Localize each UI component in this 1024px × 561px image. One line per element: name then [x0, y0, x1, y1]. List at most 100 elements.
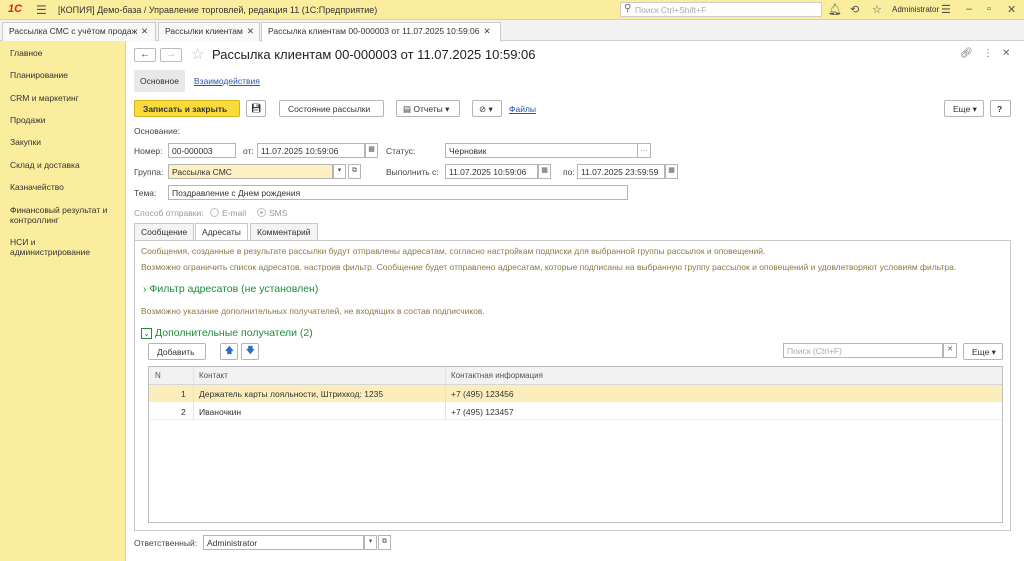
close-tab-icon[interactable]: ✕: [484, 26, 491, 36]
close-tab-icon[interactable]: ✕: [247, 26, 254, 36]
save-icon[interactable]: 💾︎: [246, 100, 266, 117]
dropdown-arrow-icon[interactable]: ▾: [333, 164, 346, 179]
more-label: Еще: [953, 104, 971, 114]
close-window-icon[interactable]: ✕: [1007, 3, 1016, 16]
close-tab-icon[interactable]: ✕: [141, 26, 148, 36]
radio-checked-icon: [257, 208, 266, 217]
date-label: от:: [243, 146, 254, 156]
tab-label: Рассылка клиентам 00-000003 от 11.07.202…: [268, 26, 480, 36]
sidebar-item-sales[interactable]: Продажи: [10, 115, 122, 125]
more-button[interactable]: Еще ▾: [944, 100, 984, 117]
reports-button[interactable]: ▤ Отчеты ▾: [396, 100, 460, 117]
number-field[interactable]: 00-000003: [168, 143, 236, 158]
extra-recipients-toggle[interactable]: ⌄ Дополнительные получатели (2): [141, 327, 313, 339]
responsible-label: Ответственный:: [134, 538, 198, 548]
send-sms-label: SMS: [269, 208, 288, 218]
sidebar-item-planning[interactable]: Планирование: [10, 70, 122, 80]
sidebar-item-finance[interactable]: Финансовый результат и контроллинг: [10, 205, 125, 225]
tab-client-mailings[interactable]: Рассылки клиентам ✕: [158, 22, 260, 41]
sidebar-item-nsi[interactable]: НСИ и администрирование: [10, 237, 100, 257]
history-icon[interactable]: ⟲: [850, 3, 859, 16]
favorite-star-icon[interactable]: ☆: [191, 45, 204, 63]
subtab-main[interactable]: Основное: [134, 70, 185, 92]
cell-contact: Иваночкин: [199, 407, 242, 417]
favorites-star-icon[interactable]: ☆: [872, 3, 882, 16]
dropdown-arrow-icon: ▾: [486, 104, 493, 114]
dropdown-arrow-icon: ▾: [970, 104, 977, 114]
close-form-icon[interactable]: ✕: [1002, 48, 1010, 59]
column-header-contact[interactable]: Контакт: [199, 371, 228, 380]
form-title: Рассылка клиентам 00-000003 от 11.07.202…: [212, 47, 536, 62]
table-row[interactable]: 1 Держатель карты лояльности, Штрихкод: …: [149, 385, 1002, 402]
save-and-close-button[interactable]: Записать и закрыть: [134, 100, 240, 117]
open-item-icon[interactable]: ⧉: [378, 535, 391, 550]
bell-icon[interactable]: 🔔︎: [828, 3, 842, 16]
restore-icon[interactable]: ▫: [987, 3, 991, 15]
tab-message[interactable]: Сообщение: [134, 223, 195, 240]
subject-field[interactable]: Поздравление с Днем рождения: [168, 185, 628, 200]
move-up-icon[interactable]: 🡅: [220, 343, 238, 360]
send-sms-radio[interactable]: SMS: [257, 208, 287, 218]
add-button[interactable]: Добавить: [148, 343, 206, 360]
clear-search-icon[interactable]: ✕: [943, 343, 957, 358]
grid-search-input[interactable]: Поиск (Ctrl+F): [783, 343, 943, 358]
sidebar-item-crm[interactable]: CRM и маркетинг: [10, 93, 122, 103]
info-text-1: Сообщения, созданные в результате рассыл…: [141, 246, 766, 256]
move-down-icon[interactable]: 🡇: [241, 343, 259, 360]
sidebar-item-treasury[interactable]: Казначейство: [10, 182, 122, 192]
settings-menu-icon[interactable]: ☰: [941, 3, 951, 16]
subtab-interactions[interactable]: Взаимодействия: [188, 70, 266, 92]
sidebar-item-main[interactable]: Главное: [10, 48, 122, 58]
cell-n: 2: [181, 407, 186, 417]
current-user[interactable]: Administrator: [892, 5, 939, 14]
app-logo: 1С: [8, 3, 23, 15]
link-icon[interactable]: 🔗︎: [960, 48, 973, 59]
group-label: Группа:: [134, 167, 164, 177]
date-field[interactable]: 11.07.2025 10:59:06: [257, 143, 365, 158]
minimize-icon[interactable]: –: [966, 3, 972, 15]
execute-from-label: Выполнить с:: [386, 167, 439, 177]
dropdown-arrow-icon: ▾: [989, 347, 996, 357]
attachments-button[interactable]: ⊘ ▾: [472, 100, 502, 117]
calendar-icon[interactable]: ▦: [665, 164, 678, 179]
tab-sms-sales[interactable]: Рассылка СМС с учётом продаж ✕: [2, 22, 156, 41]
execute-to-field[interactable]: 11.07.2025 23:59:59: [577, 164, 665, 179]
mailing-state-button[interactable]: Состояние рассылки: [279, 100, 384, 117]
extra-recipients-title: Дополнительные получатели (2): [155, 327, 313, 339]
back-button[interactable]: ←: [134, 48, 156, 62]
send-email-radio[interactable]: E-mail: [210, 208, 246, 218]
execute-from-field[interactable]: 11.07.2025 10:59:06: [445, 164, 538, 179]
tab-current-document[interactable]: Рассылка клиентам 00-000003 от 11.07.202…: [261, 22, 501, 42]
hamburger-menu-icon[interactable]: ☰: [36, 3, 47, 17]
sidebar-item-purchases[interactable]: Закупки: [10, 137, 122, 147]
sidebar: Главное Планирование CRM и маркетинг Про…: [0, 41, 126, 561]
dropdown-arrow-icon[interactable]: ▾: [364, 535, 377, 550]
tab-comment[interactable]: Комментарий: [250, 223, 318, 240]
cell-contact-info: +7 (495) 123457: [451, 407, 514, 417]
column-header-n[interactable]: N: [155, 371, 161, 380]
responsible-field[interactable]: Administrator: [203, 535, 364, 550]
forward-button[interactable]: →: [160, 48, 182, 62]
tab-addressees[interactable]: Адресаты: [195, 223, 248, 241]
group-field[interactable]: Рассылка СМС: [168, 164, 333, 179]
info-text-2: Возможно ограничить список адресатов, на…: [141, 262, 957, 272]
sidebar-item-warehouse[interactable]: Склад и доставка: [10, 160, 122, 170]
info-text-3: Возможно указание дополнительных получат…: [141, 306, 485, 316]
status-field[interactable]: Черновик: [445, 143, 638, 158]
global-search-input[interactable]: ⚲ Поиск Ctrl+Shift+F: [620, 2, 822, 17]
column-header-contact-info[interactable]: Контактная информация: [451, 371, 543, 380]
filter-group-toggle[interactable]: › Фильтр адресатов (не установлен): [143, 283, 318, 295]
execute-to-label: по:: [563, 167, 575, 177]
more-vertical-icon[interactable]: ⋮: [983, 48, 993, 59]
column-divider: [445, 367, 446, 420]
calendar-icon[interactable]: ▦: [365, 143, 378, 158]
help-button[interactable]: ?: [990, 100, 1011, 117]
number-label: Номер:: [134, 146, 163, 156]
grid-more-button[interactable]: Еще ▾: [963, 343, 1003, 360]
open-item-icon[interactable]: ⧉: [348, 164, 361, 179]
table-row[interactable]: 2 Иваночкин +7 (495) 123457: [149, 403, 1002, 420]
select-ellipsis-button[interactable]: …: [637, 143, 651, 158]
calendar-icon[interactable]: ▦: [538, 164, 551, 179]
cell-n: 1: [181, 389, 186, 399]
files-link[interactable]: Файлы: [509, 104, 536, 114]
